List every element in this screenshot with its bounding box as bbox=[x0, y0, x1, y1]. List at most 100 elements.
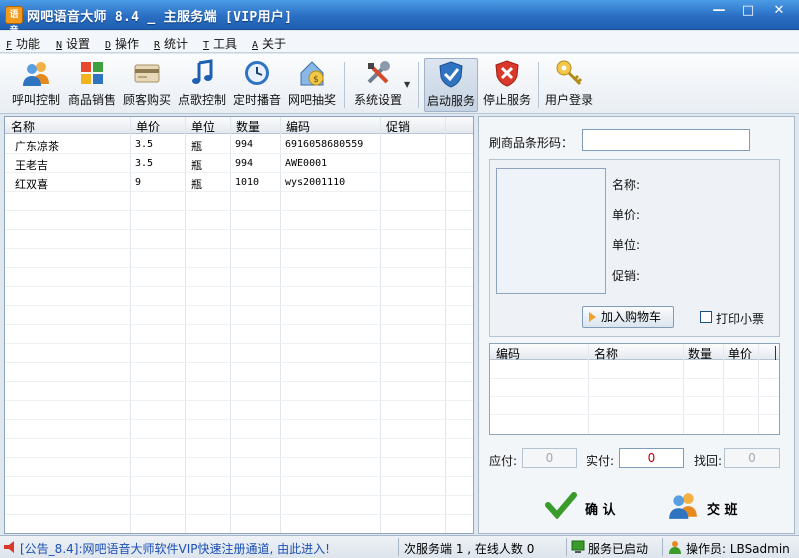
table-row[interactable]: 王老吉 3.5 瓶 994 AWE0001 bbox=[5, 154, 473, 173]
barcode-label: 刷商品条形码： bbox=[489, 136, 574, 150]
column-header-promo[interactable]: 促销 bbox=[382, 118, 410, 135]
detail-unit-label: 单位: bbox=[612, 238, 641, 252]
call-control-button[interactable]: 呼叫控制 bbox=[8, 58, 64, 112]
cart-column-quantity[interactable]: 数量 bbox=[688, 345, 712, 362]
menu-operation[interactable]: D 操作 bbox=[105, 35, 139, 52]
operator-icon bbox=[669, 541, 681, 554]
clock-icon bbox=[245, 61, 269, 85]
cart-column-code[interactable]: 编码 bbox=[496, 345, 520, 362]
minimize-button[interactable]: — bbox=[706, 2, 732, 22]
add-to-cart-button[interactable]: 加入购物车 bbox=[582, 306, 674, 328]
tools-icon bbox=[367, 61, 390, 84]
shield-x-icon bbox=[495, 60, 519, 87]
announcement-link[interactable]: [公告_8.4]:网吧语音大师软件VIP快速注册通道, 由此进入! bbox=[20, 540, 330, 557]
product-image bbox=[496, 168, 606, 294]
column-header-unit[interactable]: 单位 bbox=[187, 118, 215, 135]
chevron-down-icon[interactable]: ▼ bbox=[404, 80, 410, 89]
grid-line bbox=[5, 400, 473, 401]
cart-table-header: 编码 名称 数量 单价 bbox=[490, 344, 779, 362]
amount-due-field: 0 bbox=[522, 448, 577, 468]
maximize-button[interactable]: □ bbox=[735, 2, 761, 22]
timed-broadcast-button[interactable]: 定时播音 bbox=[231, 58, 283, 112]
grid-line bbox=[5, 229, 473, 230]
change-label: 找回: bbox=[694, 454, 723, 468]
grid-line bbox=[5, 457, 473, 458]
title-bar: 语音 网吧语音大师 8.4 _ 主服务端 [VIP用户] — □ ✕ bbox=[0, 0, 799, 36]
sales-panel: 刷商品条形码： 名称: 单价: 单位: 促销: 加入购物车 打印小票 编码 名称… bbox=[478, 116, 795, 534]
checkmark-icon bbox=[545, 492, 577, 519]
users-icon bbox=[669, 493, 697, 519]
music-icon bbox=[192, 59, 213, 84]
grid-line bbox=[5, 305, 473, 306]
cart-table[interactable]: 编码 名称 数量 单价 bbox=[489, 343, 780, 435]
toolbar-separator bbox=[418, 62, 419, 108]
print-receipt-checkbox[interactable] bbox=[700, 311, 712, 323]
change-field: 0 bbox=[724, 448, 780, 468]
lottery-button[interactable]: $ 网吧抽奖 bbox=[286, 58, 338, 112]
grid-line bbox=[5, 381, 473, 382]
toolbar-separator bbox=[344, 62, 345, 108]
table-row[interactable]: 红双喜 9 瓶 1010 wys2001110 bbox=[5, 173, 473, 192]
service-status: 服务已启动 bbox=[588, 542, 649, 556]
menu-about[interactable]: A 关于 bbox=[252, 35, 286, 52]
column-header-code[interactable]: 编码 bbox=[282, 118, 310, 135]
grid-line bbox=[5, 362, 473, 363]
grid-line bbox=[5, 286, 473, 287]
grid-line bbox=[5, 514, 473, 515]
grid-line bbox=[5, 343, 473, 344]
users-icon bbox=[23, 62, 49, 86]
grid-line bbox=[5, 419, 473, 420]
handover-button[interactable]: 交 班 bbox=[667, 487, 747, 527]
product-list-table[interactable]: 名称 单价 单位 数量 编码 促销 广东凉茶 3.5 瓶 994 6916058… bbox=[4, 116, 474, 534]
menu-tools[interactable]: T 工具 bbox=[203, 35, 237, 52]
confirm-button[interactable]: 确 认 bbox=[545, 487, 625, 527]
grid-line bbox=[5, 438, 473, 439]
start-service-button[interactable]: 启动服务 bbox=[424, 58, 478, 112]
menu-statistics[interactable]: R 统计 bbox=[154, 35, 188, 52]
toolbar: 呼叫控制 商品销售 顾客购买 点歌控制 定时播音 $ 网吧抽奖 系统设置 ▼ 启… bbox=[0, 54, 799, 114]
stop-service-button[interactable]: 停止服务 bbox=[480, 58, 534, 112]
status-bar: [公告_8.4]:网吧语音大师软件VIP快速注册通道, 由此进入! 次服务端 1… bbox=[0, 535, 799, 558]
operator-name: 操作员: LBSadmin bbox=[686, 542, 790, 556]
column-header-name[interactable]: 名称 bbox=[7, 118, 35, 135]
amount-paid-field[interactable]: 0 bbox=[619, 448, 684, 468]
user-login-button[interactable]: 用户登录 bbox=[542, 58, 596, 112]
grid-line bbox=[5, 248, 473, 249]
menu-bar: F 功能 N 设置 D 操作 R 统计 T 工具 A 关于 bbox=[0, 31, 799, 53]
grid-line bbox=[5, 476, 473, 477]
menu-settings[interactable]: N 设置 bbox=[56, 35, 90, 52]
window-title: 网吧语音大师 8.4 _ 主服务端 [VIP用户] bbox=[27, 10, 293, 25]
grid-line bbox=[5, 495, 473, 496]
print-receipt-label: 打印小票 bbox=[716, 312, 765, 326]
cube-icon bbox=[81, 62, 103, 84]
app-logo-icon: 语音 bbox=[5, 6, 23, 36]
detail-promo-label: 促销: bbox=[612, 269, 641, 283]
detail-name-label: 名称: bbox=[612, 178, 641, 192]
barcode-input[interactable] bbox=[582, 129, 750, 151]
grid-line bbox=[5, 210, 473, 211]
column-header-price[interactable]: 单价 bbox=[132, 118, 160, 135]
song-control-button[interactable]: 点歌控制 bbox=[176, 58, 228, 112]
cart-column-name[interactable]: 名称 bbox=[594, 345, 618, 362]
menu-function[interactable]: F 功能 bbox=[6, 35, 40, 52]
customer-purchase-button[interactable]: 顾客购买 bbox=[121, 58, 173, 112]
play-arrow-icon bbox=[589, 312, 596, 322]
grid-line bbox=[5, 267, 473, 268]
product-sales-button[interactable]: 商品销售 bbox=[66, 58, 118, 112]
money-bag-icon: $ bbox=[300, 61, 324, 86]
toolbar-separator bbox=[538, 62, 539, 108]
amount-paid-label: 实付: bbox=[586, 454, 615, 468]
detail-price-label: 单价: bbox=[612, 208, 641, 222]
shield-check-icon bbox=[439, 61, 463, 88]
card-icon bbox=[134, 64, 160, 83]
key-icon bbox=[556, 60, 583, 86]
session-count: 次服务端 1 , 在线人数 0 bbox=[404, 542, 535, 556]
cart-column-price[interactable]: 单价 bbox=[728, 345, 752, 362]
monitor-icon bbox=[571, 540, 585, 553]
grid-line bbox=[5, 324, 473, 325]
column-header-quantity[interactable]: 数量 bbox=[232, 118, 260, 135]
table-header: 名称 单价 单位 数量 编码 促销 bbox=[5, 117, 473, 134]
close-button[interactable]: ✕ bbox=[764, 2, 794, 22]
system-settings-button[interactable]: 系统设置 bbox=[350, 58, 406, 112]
table-row[interactable]: 广东凉茶 3.5 瓶 994 6916058680559 bbox=[5, 135, 473, 154]
